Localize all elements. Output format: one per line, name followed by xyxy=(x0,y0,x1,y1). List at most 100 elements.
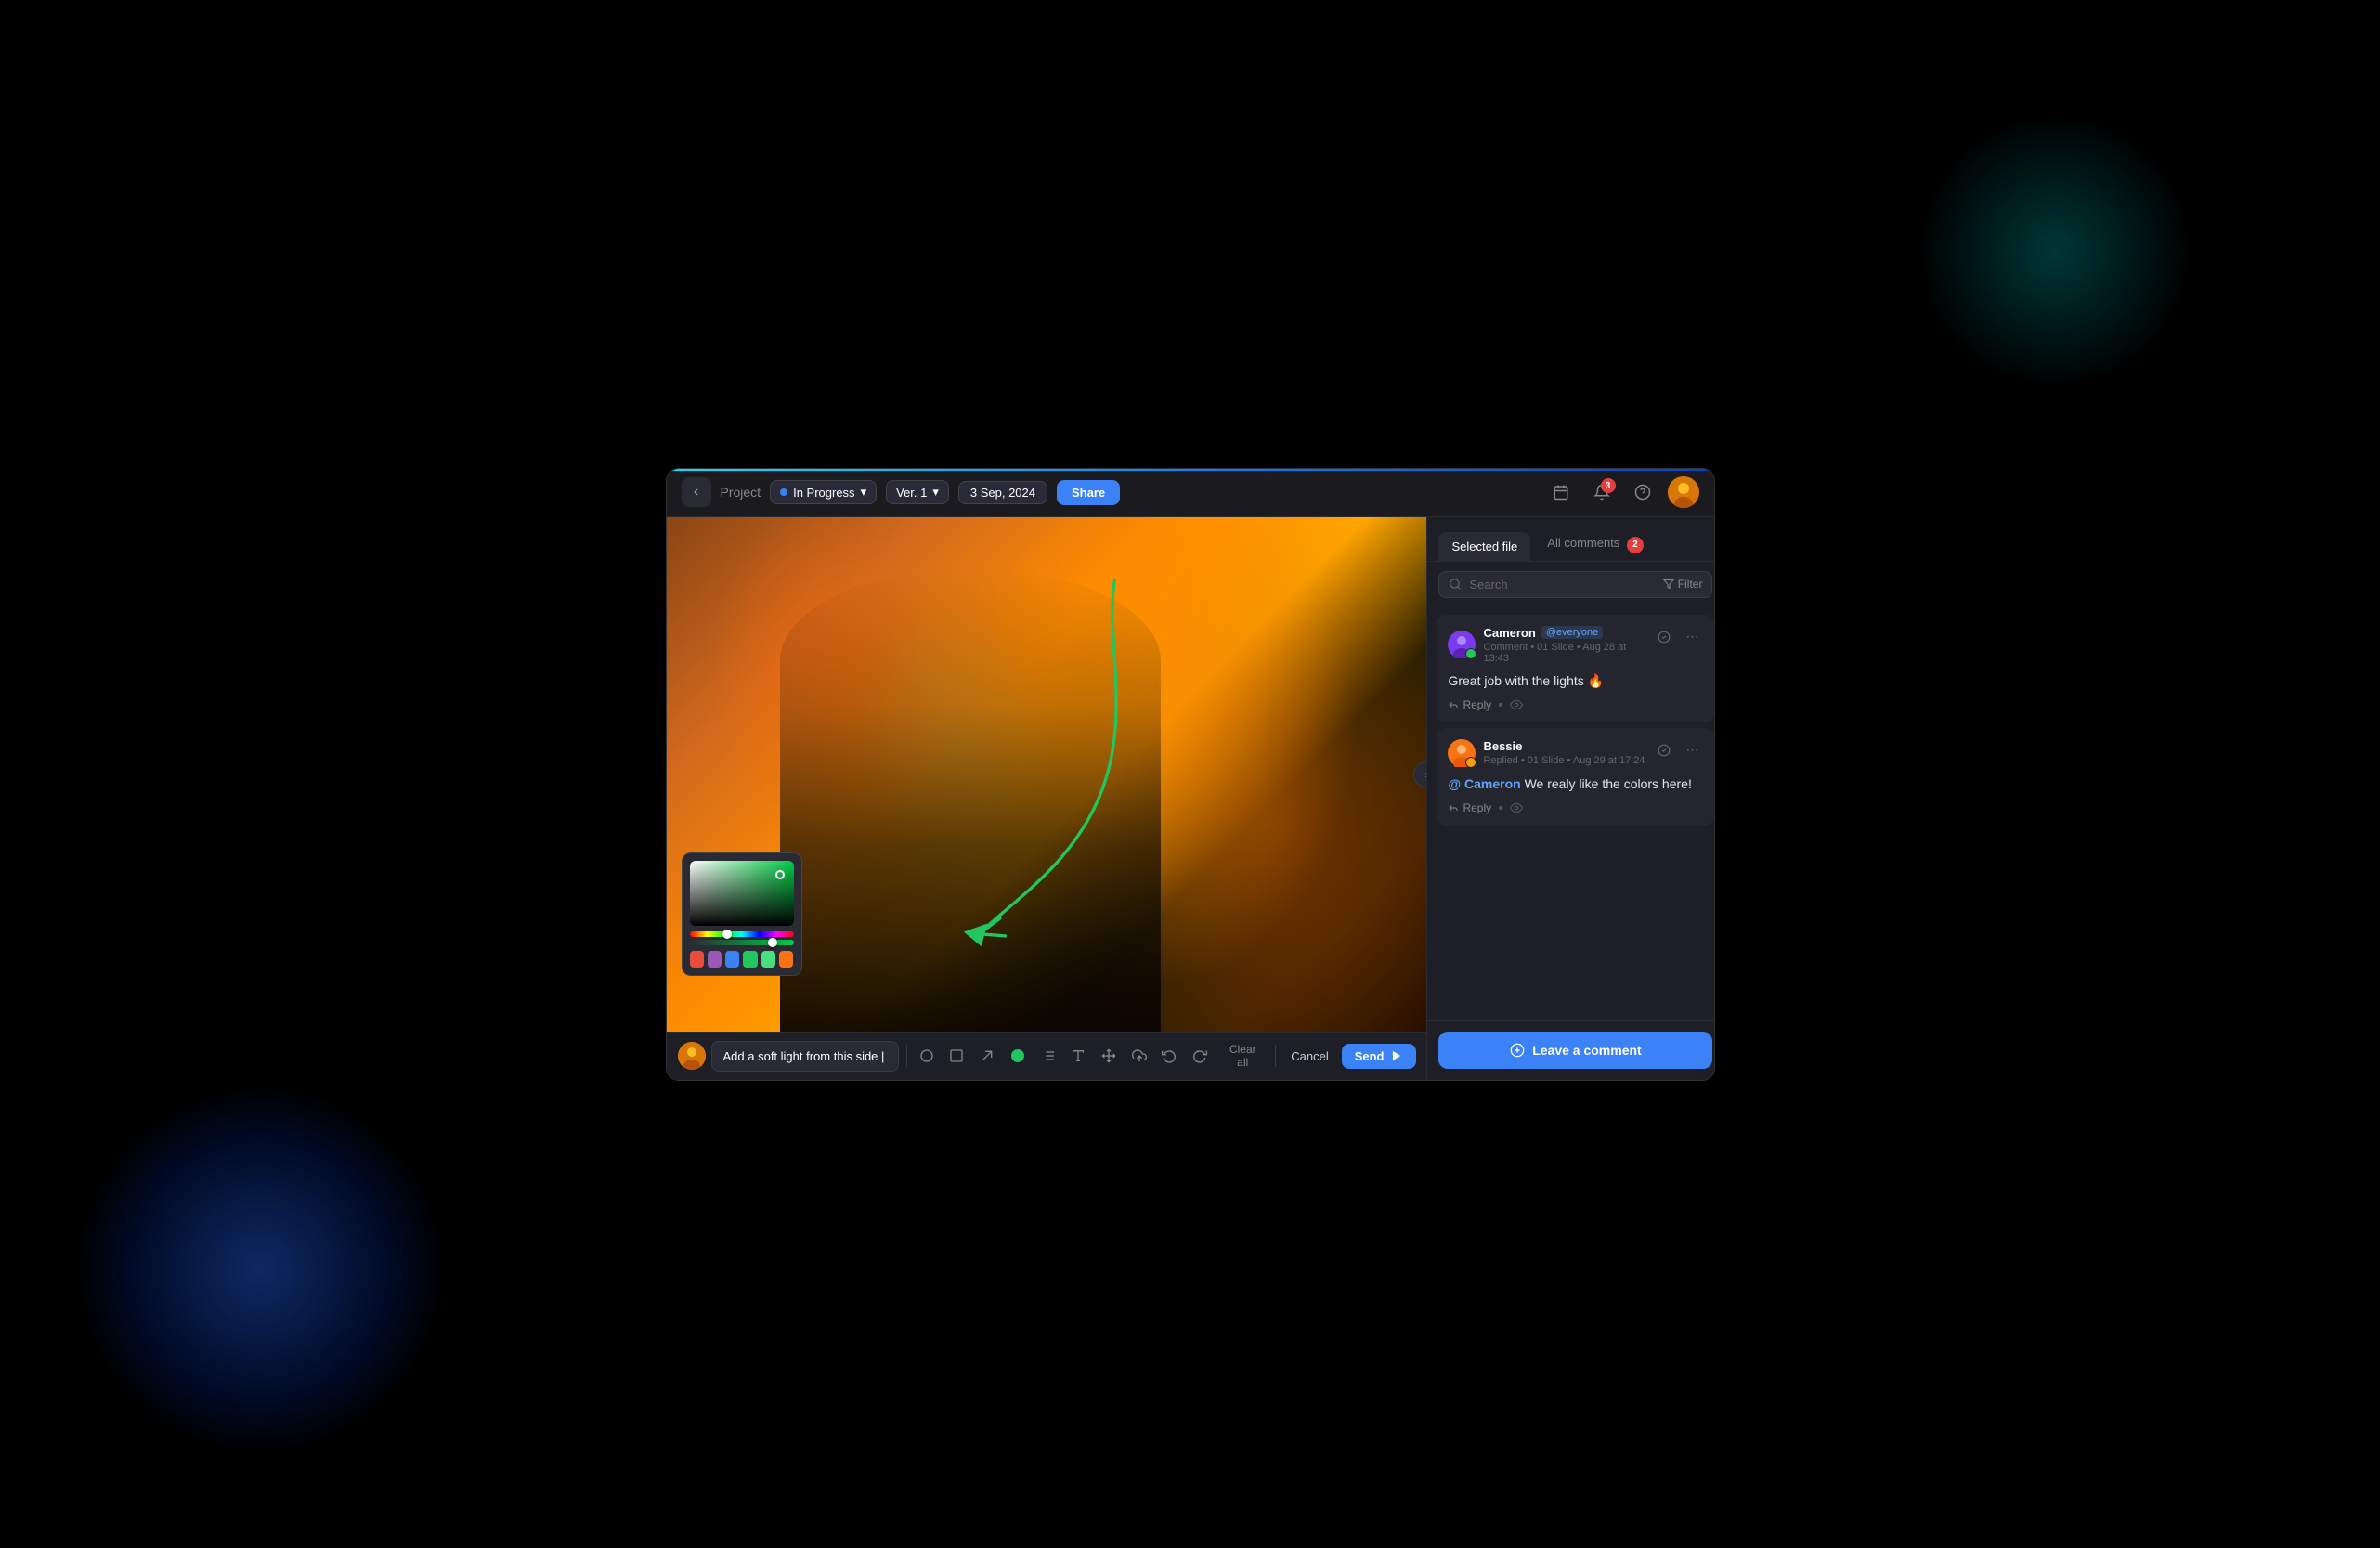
comment-avatar-cameron xyxy=(1448,631,1476,658)
cancel-button[interactable]: Cancel xyxy=(1283,1046,1335,1067)
clear-all-button[interactable]: Clear all xyxy=(1217,1039,1268,1073)
calendar-button[interactable] xyxy=(1545,476,1577,508)
header-right: 3 xyxy=(1545,476,1699,508)
project-label: Project xyxy=(721,485,761,500)
status-badge[interactable]: In Progress ▾ xyxy=(770,480,877,504)
toolbar-divider-2 xyxy=(1275,1045,1276,1067)
toolbar-divider-1 xyxy=(906,1045,907,1067)
background-glow-teal xyxy=(1916,111,2194,390)
swatch-green[interactable] xyxy=(743,951,757,968)
move-tool[interactable] xyxy=(1097,1043,1122,1069)
color-sliders xyxy=(690,931,794,945)
comment-actions-1: ⋯ xyxy=(1653,626,1703,648)
reply-label-1: Reply xyxy=(1463,698,1491,711)
swatch-orange[interactable] xyxy=(779,951,793,968)
color-picker xyxy=(682,852,802,976)
reply-icon-1 xyxy=(1448,699,1459,710)
toolbar-avatar xyxy=(678,1042,706,1070)
comment-author-name-2: Bessie xyxy=(1483,739,1522,753)
notification-button[interactable]: 3 xyxy=(1586,476,1618,508)
version-chevron: ▾ xyxy=(932,485,939,500)
comments-count-badge: 2 xyxy=(1627,537,1644,553)
comment-author-row-1: Cameron @everyone Comment • 01 Slide • A… xyxy=(1448,626,1653,664)
status-label: In Progress xyxy=(793,486,854,500)
circle-tool[interactable] xyxy=(914,1043,939,1069)
active-color-dot xyxy=(1011,1049,1024,1062)
comment-header-1: Cameron @everyone Comment • 01 Slide • A… xyxy=(1448,626,1703,664)
swatch-blue[interactable] xyxy=(725,951,739,968)
help-button[interactable] xyxy=(1627,476,1658,508)
swatch-purple[interactable] xyxy=(708,951,722,968)
leave-comment-bar: Leave a comment xyxy=(1427,1020,1713,1080)
comment-author-name-1: Cameron xyxy=(1483,626,1535,640)
swatch-light-green[interactable] xyxy=(761,951,775,968)
footer-dot-1 xyxy=(1499,703,1502,707)
search-icon xyxy=(1449,578,1462,591)
comment-text-1: Great job with the lights 🔥 xyxy=(1448,671,1703,691)
comment-input[interactable] xyxy=(711,1041,899,1072)
plus-icon xyxy=(1510,1043,1525,1058)
rect-tool[interactable] xyxy=(944,1043,969,1069)
eye-icon-2[interactable] xyxy=(1510,801,1523,814)
send-label: Send xyxy=(1355,1049,1385,1063)
notification-count: 3 xyxy=(1601,478,1616,493)
date-badge: 3 Sep, 2024 xyxy=(958,481,1047,504)
user-avatar[interactable] xyxy=(1668,476,1699,508)
comment-more-btn-2[interactable]: ⋯ xyxy=(1681,739,1703,761)
comment-subtext-1: Comment • 01 Slide • Aug 28 at 13:43 xyxy=(1483,642,1653,664)
comment-body-2: We realy like the colors here! xyxy=(1525,776,1692,791)
leave-comment-label: Leave a comment xyxy=(1532,1043,1642,1058)
comment-resolve-btn-2[interactable] xyxy=(1653,739,1675,761)
version-badge[interactable]: Ver. 1 ▾ xyxy=(886,480,949,504)
upload-tool[interactable] xyxy=(1126,1043,1151,1069)
color-tool[interactable] xyxy=(1006,1043,1031,1069)
tab-all-comments[interactable]: All comments 2 xyxy=(1534,528,1657,561)
eye-icon-1[interactable] xyxy=(1510,698,1523,711)
redo-tool[interactable] xyxy=(1188,1043,1213,1069)
search-input[interactable] xyxy=(1469,578,1655,592)
color-gradient[interactable] xyxy=(690,861,794,926)
comment-name-row-1: Cameron @everyone xyxy=(1483,626,1653,640)
comment-more-btn-1[interactable]: ⋯ xyxy=(1681,626,1703,648)
opacity-slider[interactable] xyxy=(690,940,794,945)
figure-silhouette xyxy=(780,568,1160,1032)
reply-link-1[interactable]: Reply xyxy=(1448,698,1491,711)
comment-header-2: Bessie Replied • 01 Slide • Aug 29 at 17… xyxy=(1448,739,1703,767)
list-tool[interactable] xyxy=(1035,1043,1060,1069)
comment-text-2: @ Cameron We realy like the colors here! xyxy=(1448,774,1703,794)
filter-button[interactable]: Filter xyxy=(1663,578,1703,591)
reply-link-2[interactable]: Reply xyxy=(1448,801,1491,814)
footer-dot-2 xyxy=(1499,806,1502,810)
color-swatches xyxy=(690,951,794,968)
filter-icon xyxy=(1663,579,1674,590)
reply-icon-2 xyxy=(1448,802,1459,813)
status-chevron: ▾ xyxy=(861,485,867,500)
comment-subtext-2: Replied • 01 Slide • Aug 29 at 17:24 xyxy=(1483,755,1645,766)
app-window: ‹ Project In Progress ▾ Ver. 1 ▾ 3 Sep, … xyxy=(666,468,1715,1081)
comment-search-bar[interactable]: Filter xyxy=(1438,571,1712,598)
swatch-red[interactable] xyxy=(690,951,704,968)
undo-tool[interactable] xyxy=(1157,1043,1182,1069)
arrow-tool[interactable] xyxy=(975,1043,1000,1069)
comment-avatar-bessie xyxy=(1448,739,1476,767)
comment-meta-1: Cameron @everyone Comment • 01 Slide • A… xyxy=(1483,626,1653,664)
tab-selected-file[interactable]: Selected file xyxy=(1438,532,1530,561)
share-button[interactable]: Share xyxy=(1057,480,1120,505)
comment-card-1: Cameron @everyone Comment • 01 Slide • A… xyxy=(1437,615,1713,722)
send-button[interactable]: Send xyxy=(1342,1044,1416,1069)
tab-selected-file-label: Selected file xyxy=(1451,540,1517,553)
comment-resolve-btn-1[interactable] xyxy=(1653,626,1675,648)
back-button[interactable]: ‹ xyxy=(682,477,711,507)
header-left: ‹ Project In Progress ▾ Ver. 1 ▾ 3 Sep, … xyxy=(682,477,1536,507)
background-glow-blue xyxy=(74,1084,446,1455)
comment-author-row-2: Bessie Replied • 01 Slide • Aug 29 at 17… xyxy=(1448,739,1645,767)
canvas-area: › xyxy=(667,517,1427,1080)
filter-label: Filter xyxy=(1678,578,1703,591)
color-cursor[interactable] xyxy=(775,870,785,879)
comment-actions-2: ⋯ xyxy=(1653,739,1703,761)
leave-comment-button[interactable]: Leave a comment xyxy=(1438,1032,1712,1069)
status-dot xyxy=(780,488,787,496)
text-tool[interactable] xyxy=(1066,1043,1091,1069)
hue-slider[interactable] xyxy=(690,931,794,937)
comments-list: Cameron @everyone Comment • 01 Slide • A… xyxy=(1427,607,1713,1020)
